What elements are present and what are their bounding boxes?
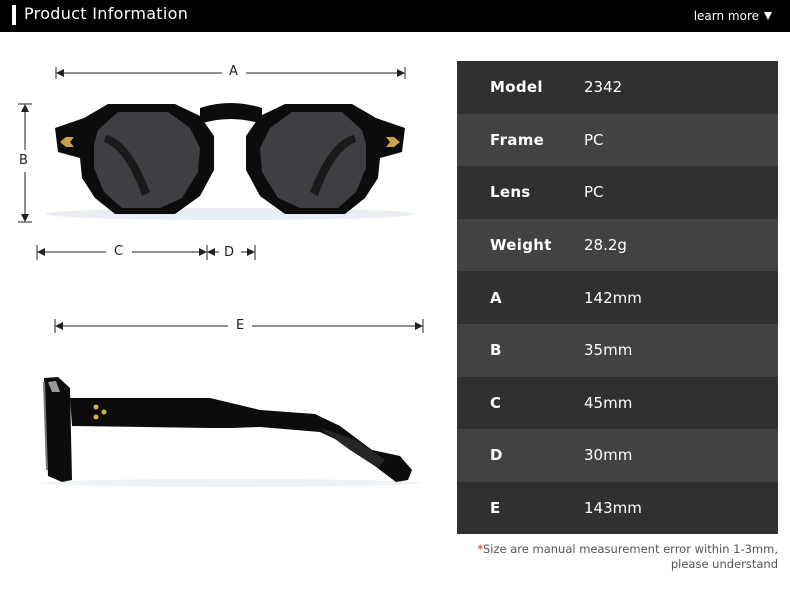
spec-row-c: C 45mm (457, 376, 778, 430)
chevron-down-icon (764, 12, 772, 20)
dimension-e-label: E (233, 319, 248, 333)
spec-row-b: B 35mm (457, 323, 778, 377)
learn-more-label: learn more (693, 9, 759, 23)
spec-value: PC (584, 183, 604, 202)
spec-key: E (490, 499, 501, 518)
spec-row-d: D 30mm (457, 429, 778, 482)
spec-value: PC (584, 130, 604, 149)
spec-row-model: Model 2342 (457, 61, 778, 114)
glasses-front-view (45, 103, 415, 220)
spec-row-frame: Frame PC (457, 113, 778, 167)
spec-row-weight: Weight 28.2g (457, 218, 778, 272)
spec-key: Model (490, 78, 543, 97)
dimension-d-label: D (221, 246, 238, 260)
spec-value: 143mm (584, 499, 642, 518)
spec-key: Frame (490, 130, 545, 149)
dimension-c-label: C (111, 245, 127, 259)
glasses-illustration (18, 67, 424, 487)
spec-key: Lens (490, 183, 531, 202)
spec-value: 142mm (584, 288, 642, 307)
pin-2 (101, 409, 107, 415)
dimension-b-label: B (16, 154, 31, 168)
spec-row-e: E 143mm (457, 481, 778, 535)
dimension-a-label: A (226, 65, 241, 79)
spec-value: 30mm (584, 446, 633, 465)
measurement-note: *Size are manual measurement error withi… (477, 542, 778, 572)
pin-1 (93, 404, 99, 410)
spec-value: 28.2g (584, 236, 627, 255)
glasses-side-view (40, 377, 420, 487)
spec-value: 35mm (584, 341, 633, 360)
spec-key: D (490, 446, 503, 465)
spec-value: 2342 (584, 78, 623, 97)
learn-more-button[interactable]: learn more (694, 9, 772, 23)
spec-key: A (490, 288, 502, 307)
spec-row-a: A 142mm (457, 271, 778, 324)
spec-key: B (490, 341, 502, 360)
spec-key: Weight (490, 236, 552, 255)
spec-table: Model 2342 Frame PC Lens PC Weight 28.2g… (457, 61, 778, 535)
pin-3 (93, 414, 99, 420)
spec-row-lens: Lens PC (457, 166, 778, 219)
spec-value: 45mm (584, 393, 633, 412)
spec-key: C (490, 393, 502, 412)
note-line-2: please understand (670, 557, 778, 571)
note-line-1: Size are manual measurement error within… (482, 542, 778, 556)
